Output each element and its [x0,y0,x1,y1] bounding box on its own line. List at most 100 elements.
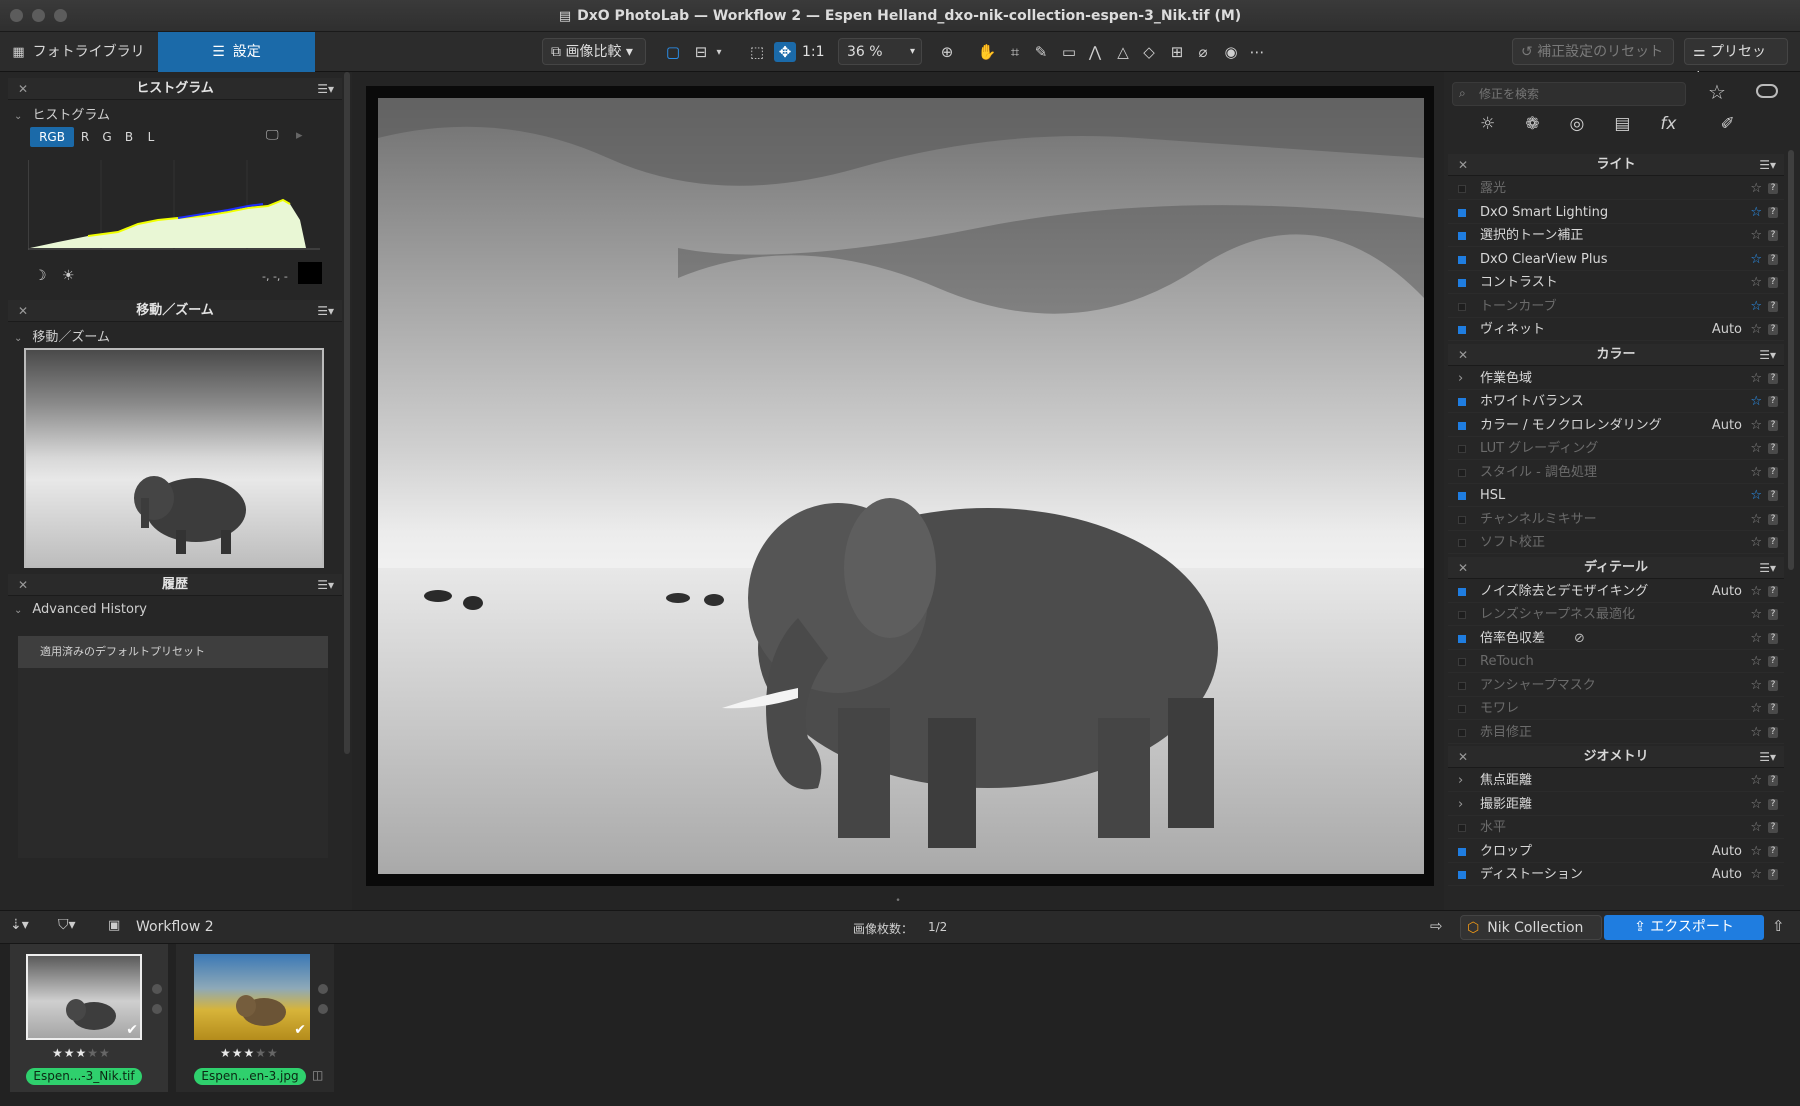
zoom-select[interactable]: 36 % ▾ [838,38,922,65]
star-icon[interactable]: ☆ [1750,531,1762,554]
help-icon[interactable]: ? [1768,537,1778,548]
enable-checkbox[interactable] [1458,824,1466,832]
enable-checkbox[interactable] [1458,185,1466,193]
horizon-icon[interactable]: ▭ [1058,42,1080,62]
help-icon[interactable]: ? [1768,277,1778,288]
enable-checkbox[interactable] [1458,255,1466,264]
close-icon[interactable]: ✕ [18,78,28,100]
star-icon[interactable]: ☆ [1750,697,1762,720]
help-icon[interactable]: ? [1768,230,1778,241]
filmstrip-item[interactable]: ✔ ★★★★★ Espen...en-3.jpg ◫ [176,944,334,1092]
correction-row[interactable]: 赤目修正 ☆? [1448,720,1784,744]
hand-icon[interactable]: ✋ [976,42,998,62]
correction-row[interactable]: ReTouch ☆? [1448,650,1784,673]
enable-checkbox[interactable] [1458,492,1466,500]
masks-icon[interactable]: ⋯ [1246,42,1268,62]
close-icon[interactable]: ✕ [1458,557,1468,579]
send-to-icon[interactable]: ⇨ [1430,917,1443,935]
detail-palette-icon[interactable]: ◎ [1570,114,1585,134]
correction-row[interactable]: カラー / モノクロレンダリング Auto ☆? [1448,413,1784,437]
channel-b-button[interactable]: B [118,127,140,147]
history-item[interactable]: 適用済みのデフォルトプリセット [18,636,328,668]
enable-checkbox[interactable] [1458,847,1466,856]
enable-checkbox[interactable] [1458,871,1466,879]
history-section[interactable]: ⌄ Advanced History [14,602,147,617]
zoom-1to1-button[interactable]: 1:1 [802,32,825,72]
eye-icon[interactable]: ◉ [1220,42,1242,62]
star-icon[interactable]: ☆ [1750,414,1762,437]
star-icon[interactable]: ☆ [1750,840,1762,863]
star-icon[interactable]: ☆ [1750,508,1762,531]
correction-row[interactable]: DxO ClearView Plus ☆? [1448,247,1784,271]
help-icon[interactable]: ? [1768,466,1778,478]
help-icon[interactable]: ? [1768,609,1778,620]
help-icon[interactable]: ? [1768,822,1778,833]
navigator-preview[interactable] [24,348,324,568]
soft-proof-icon[interactable]: ▸ [296,128,303,143]
correction-row[interactable]: DxO Smart Lighting ☆? [1448,200,1784,224]
star-icon[interactable]: ☆ [1750,721,1762,744]
help-icon[interactable]: ? [1768,703,1778,714]
correction-row[interactable]: レンズシャープネス最適化 ☆? [1448,603,1784,626]
channel-rgb-button[interactable]: RGB [30,127,74,147]
help-icon[interactable]: ? [1768,396,1778,407]
enable-checkbox[interactable] [1458,634,1466,643]
highlights-clipping-icon[interactable]: ☀ [62,268,75,284]
enable-checkbox[interactable] [1458,728,1466,737]
tab-photo-library[interactable]: ▦ フォトライブラリ [0,32,157,72]
star-icon[interactable]: ☆ [1750,248,1762,271]
help-icon[interactable]: ? [1768,775,1778,786]
enable-checkbox[interactable] [1458,326,1466,334]
close-icon[interactable]: ✕ [18,300,28,322]
monitor-icon[interactable]: 🖵 [266,128,279,143]
search-input[interactable] [1479,85,1679,103]
enable-checkbox[interactable] [1458,611,1466,619]
left-panel-scrollbar[interactable] [344,72,350,754]
tab-settings[interactable]: ☰ 設定 [158,32,315,72]
light-palette-icon[interactable]: ☼ [1480,114,1495,134]
correction-row[interactable]: スタイル - 調色処理 ☆? [1448,460,1784,484]
chevron-right-icon[interactable]: › [1458,793,1463,816]
geometry-palette-icon[interactable]: ▤ [1614,114,1630,134]
correction-row[interactable]: › 焦点距離 ☆? [1448,769,1784,792]
corrections-search-field[interactable]: ⌕ [1452,82,1686,106]
panel-menu-icon[interactable]: ☰▾ [1759,557,1776,579]
enable-checkbox[interactable] [1458,705,1466,713]
local-adjustments-icon[interactable]: ✐ [1720,114,1734,134]
help-icon[interactable]: ? [1768,679,1778,691]
help-icon[interactable]: ? [1768,585,1778,597]
help-icon[interactable]: ? [1768,845,1778,857]
rating-stars[interactable]: ★★★★★ [220,1046,279,1060]
help-icon[interactable]: ? [1768,632,1778,644]
help-icon[interactable]: ? [1768,372,1778,384]
workflow-name[interactable]: Workflow 2 [136,919,214,935]
correction-row[interactable]: › 撮影距離 ☆? [1448,792,1784,816]
star-icon[interactable]: ☆ [1750,437,1762,460]
presets-button[interactable]: ⚌ プリセット [1684,38,1788,86]
chevron-right-icon[interactable]: › [1458,367,1463,390]
nik-collection-button[interactable]: ⬡ Nik Collection [1460,915,1602,940]
correction-row[interactable]: チャンネルミキサー ☆? [1448,507,1784,531]
compare-button[interactable]: ⧉ 画像比較 ▾ [542,38,646,65]
fit-to-screen-icon[interactable]: ⬚ [746,42,768,62]
color-palette-icon[interactable]: ❁ [1525,114,1539,134]
enable-checkbox[interactable] [1458,658,1466,666]
rating-stars[interactable]: 3★★★★★ [52,1046,111,1060]
correction-row[interactable]: ソフト校正 ☆? [1448,531,1784,554]
help-icon[interactable]: ? [1768,656,1778,667]
enable-checkbox[interactable] [1458,208,1466,217]
split-view-icon[interactable]: ⊟ [690,42,712,62]
navigator-section[interactable]: ⌄ 移動／ズーム [14,326,110,345]
close-icon[interactable]: ✕ [1458,344,1468,366]
help-icon[interactable]: ? [1768,798,1778,810]
export-button[interactable]: ⇪ エクスポート [1604,915,1764,940]
correction-row[interactable]: 水平 ☆? [1448,816,1784,839]
enable-checkbox[interactable] [1458,279,1466,287]
help-icon[interactable]: ? [1768,183,1778,194]
correction-row[interactable]: アンシャープマスク ☆? [1448,673,1784,697]
star-icon[interactable]: ☆ [1750,674,1762,697]
volume-deformation-icon[interactable]: △ [1112,42,1134,62]
help-icon[interactable]: ? [1768,300,1778,312]
single-view-icon[interactable]: ▢ [662,42,684,62]
panel-header-1[interactable]: ✕ カラー ☰▾ [1448,343,1784,366]
